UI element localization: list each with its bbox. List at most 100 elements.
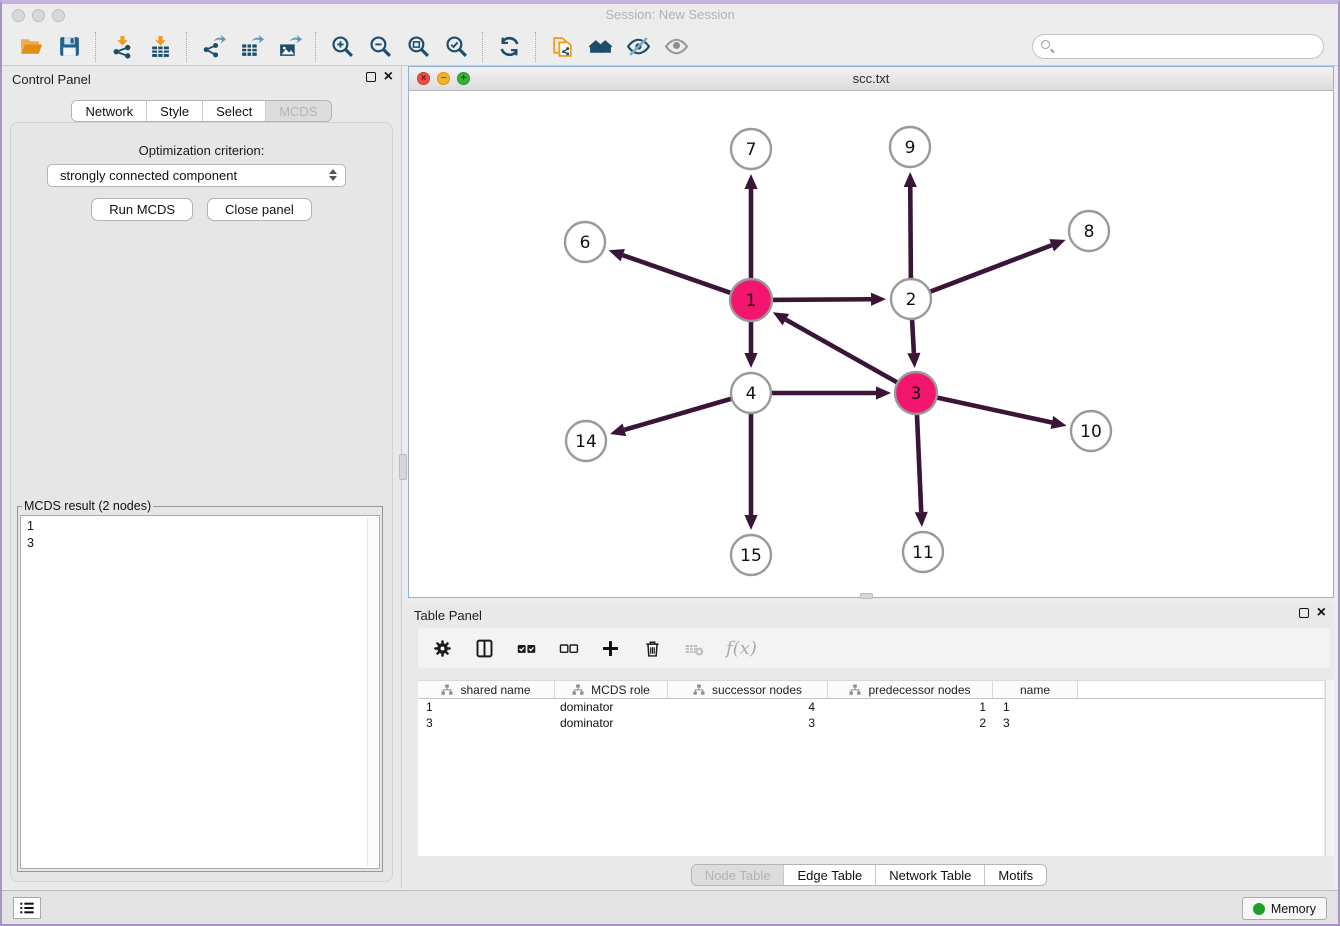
mcds-panel: Optimization criterion: strongly connect…: [10, 122, 393, 882]
export-table-button[interactable]: [232, 31, 270, 63]
graph-node-label-7: 7: [746, 140, 757, 160]
node-table[interactable]: shared name MCDS role successor nodes pr…: [418, 680, 1324, 856]
tab-network-table[interactable]: Network Table: [875, 865, 984, 885]
hide-selected-button[interactable]: [619, 31, 657, 63]
zoom-out-button[interactable]: [361, 31, 399, 63]
export-image-icon: [277, 34, 302, 59]
delete-table-button[interactable]: [684, 638, 705, 659]
control-panel-title: Control Panel: [12, 72, 91, 87]
network-window-titlebar[interactable]: × − + scc.txt: [409, 67, 1333, 91]
table-settings-button[interactable]: [432, 638, 453, 659]
arrowhead-2-8: [1049, 239, 1065, 251]
table-panel-title: Table Panel: [414, 608, 482, 623]
task-history-button[interactable]: [13, 897, 41, 919]
column-header-shared-name[interactable]: shared name: [418, 681, 555, 698]
arrowhead-1-7: [744, 174, 757, 189]
tab-mcds[interactable]: MCDS: [265, 101, 330, 121]
delete-column-button[interactable]: [642, 638, 663, 659]
toolbar-separator: [186, 32, 187, 62]
table-row[interactable]: 3 dominator 3 2 3: [418, 715, 1324, 731]
open-session-button[interactable]: [12, 31, 50, 63]
result-scrollbar[interactable]: [367, 517, 378, 867]
toolbar-separator: [482, 32, 483, 62]
tab-motifs[interactable]: Motifs: [984, 865, 1046, 885]
column-view-button[interactable]: [474, 638, 495, 659]
edge-4-14: [624, 398, 734, 430]
zoom-in-button[interactable]: [323, 31, 361, 63]
open-folder-icon: [19, 34, 44, 59]
import-table-button[interactable]: [141, 31, 179, 63]
float-table-panel-icon[interactable]: [1299, 608, 1309, 618]
column-type-icon: [572, 684, 584, 696]
zoom-selected-button[interactable]: [437, 31, 475, 63]
tab-style[interactable]: Style: [146, 101, 202, 121]
memory-button[interactable]: Memory: [1242, 897, 1327, 920]
table-row[interactable]: 1 dominator 4 1 1: [418, 699, 1324, 715]
toolbar-separator: [535, 32, 536, 62]
tab-node-table[interactable]: Node Table: [692, 865, 784, 885]
import-network-button[interactable]: [103, 31, 141, 63]
list-icon: [19, 901, 35, 915]
table-header-row: shared name MCDS role successor nodes pr…: [418, 680, 1324, 699]
arrowhead-1-2: [871, 293, 886, 306]
save-session-button[interactable]: [50, 31, 88, 63]
show-all-button[interactable]: [657, 31, 695, 63]
memory-status-icon: [1253, 903, 1265, 915]
optimization-criterion-label: Optimization criterion:: [11, 143, 392, 158]
graph-node-label-4: 4: [746, 384, 757, 404]
home-view-button[interactable]: [581, 31, 619, 63]
home-houses-icon: [588, 34, 613, 59]
zoom-fit-button[interactable]: [399, 31, 437, 63]
tab-edge-table[interactable]: Edge Table: [783, 865, 875, 885]
zoom-fit-icon: [406, 34, 431, 59]
close-table-panel-icon[interactable]: ×: [1317, 607, 1326, 619]
column-header-successor-nodes[interactable]: successor nodes: [668, 681, 828, 698]
control-panel: Control Panel × Network Style Select MCD…: [2, 66, 402, 888]
close-panel-button[interactable]: Close panel: [207, 198, 312, 221]
app-titlebar: Session: New Session: [2, 4, 1338, 28]
graph-node-label-8: 8: [1084, 222, 1095, 242]
arrowhead-2-3: [907, 353, 920, 368]
tab-select[interactable]: Select: [202, 101, 265, 121]
close-panel-icon[interactable]: ×: [384, 71, 393, 83]
table-panel: Table Panel ×: [404, 602, 1334, 890]
export-image-button[interactable]: [270, 31, 308, 63]
tab-network[interactable]: Network: [72, 101, 146, 121]
network-canvas[interactable]: 1234678910111415: [409, 91, 1333, 597]
column-header-mcds-role[interactable]: MCDS role: [555, 681, 668, 698]
arrowhead-2-9: [904, 172, 917, 187]
graph-node-label-6: 6: [580, 233, 591, 253]
graph-node-label-10: 10: [1080, 422, 1102, 442]
float-panel-icon[interactable]: [366, 72, 376, 82]
table-toolbar: f(x): [418, 628, 1330, 668]
import-table-icon: [148, 34, 173, 59]
column-header-name[interactable]: name: [993, 681, 1078, 698]
main-toolbar: [2, 28, 1338, 66]
delete-table-icon: [684, 638, 705, 659]
criterion-select[interactable]: strongly connected component: [47, 164, 346, 187]
network-view-window: × − + scc.txt 1234678910111415: [408, 66, 1334, 598]
table-scrollbar[interactable]: [1325, 680, 1334, 856]
arrowhead-1-4: [744, 353, 757, 368]
app-title: Session: New Session: [2, 7, 1338, 22]
toolbar-separator: [95, 32, 96, 62]
toolbar-separator: [315, 32, 316, 62]
function-icon: f(x): [726, 638, 757, 659]
export-table-icon: [239, 34, 264, 59]
duplicate-network-button[interactable]: [543, 31, 581, 63]
plus-icon: [600, 638, 621, 659]
select-all-rows-button[interactable]: [516, 638, 537, 659]
horizontal-splitter-grip[interactable]: [860, 593, 873, 599]
add-column-button[interactable]: [600, 638, 621, 659]
mcds-result-list[interactable]: 1 3: [20, 515, 380, 869]
search-input[interactable]: [1032, 34, 1324, 59]
apply-function-button[interactable]: f(x): [726, 638, 757, 659]
zoom-selected-icon: [444, 34, 469, 59]
mcds-result-title: MCDS result (2 nodes): [22, 499, 153, 513]
run-mcds-button[interactable]: Run MCDS: [91, 198, 193, 221]
vertical-splitter-grip[interactable]: [399, 454, 407, 480]
refresh-layout-button[interactable]: [490, 31, 528, 63]
column-header-predecessor-nodes[interactable]: predecessor nodes: [828, 681, 993, 698]
export-network-button[interactable]: [194, 31, 232, 63]
deselect-all-rows-button[interactable]: [558, 638, 579, 659]
